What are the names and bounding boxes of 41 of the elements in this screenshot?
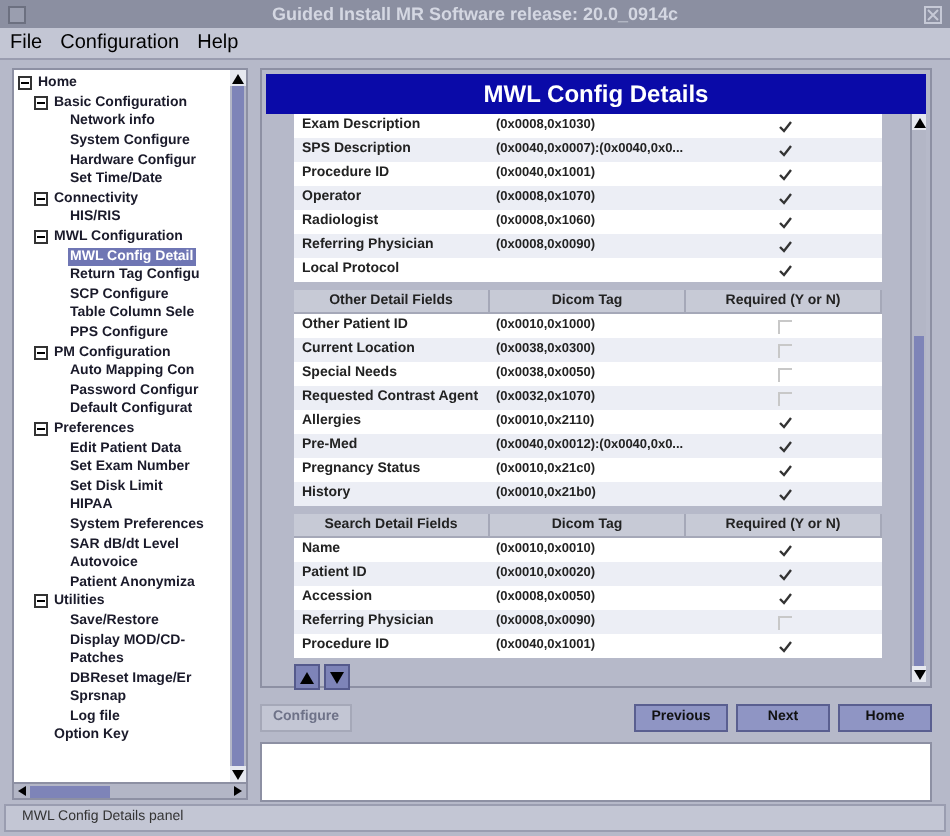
scroll-down-icon[interactable] (230, 766, 246, 782)
collapse-icon[interactable] (34, 345, 48, 360)
vertical-scrollbar[interactable] (230, 70, 246, 782)
scroll-up-icon[interactable] (912, 114, 926, 130)
scroll-down-icon[interactable] (912, 666, 926, 682)
menu-item[interactable]: Help (197, 28, 239, 58)
checkbox[interactable] (777, 119, 791, 133)
collapse-icon[interactable] (34, 191, 48, 206)
checkbox[interactable] (777, 567, 791, 581)
collapse-icon[interactable] (34, 421, 48, 436)
scroll-thumb[interactable] (232, 86, 244, 766)
checkbox[interactable] (777, 543, 791, 557)
checkbox[interactable] (777, 639, 791, 653)
collapse-icon[interactable] (34, 230, 48, 245)
checkbox[interactable] (777, 415, 791, 429)
checkbox[interactable] (777, 167, 791, 181)
checkbox[interactable] (777, 439, 791, 453)
checkbox[interactable] (777, 463, 791, 477)
checkbox[interactable] (777, 191, 791, 205)
menu-item[interactable]: Configuration (60, 28, 180, 58)
window-title: Guided Install MR Software release: 20.0_0914c (269, 2, 681, 28)
checkbox[interactable] (777, 263, 791, 277)
menu-item[interactable]: File (10, 28, 43, 58)
down-triangle-icon (330, 671, 344, 683)
vertical-scrollbar[interactable] (910, 114, 926, 682)
checkbox[interactable] (777, 239, 791, 253)
scroll-thumb[interactable] (914, 336, 924, 666)
scroll-thumb[interactable] (30, 785, 110, 797)
checkbox[interactable] (777, 215, 791, 229)
collapse-icon[interactable] (34, 594, 48, 609)
up-triangle-icon (300, 671, 314, 683)
move-up-button[interactable] (294, 664, 320, 690)
panel-header: MWL Config Details (266, 74, 926, 114)
move-down-button[interactable] (324, 664, 350, 690)
checkbox[interactable] (777, 143, 791, 157)
collapse-icon[interactable] (18, 76, 32, 91)
checkbox[interactable] (777, 487, 791, 501)
checkbox[interactable] (777, 591, 791, 605)
scroll-up-icon[interactable] (230, 70, 246, 86)
collapse-icon[interactable] (34, 95, 48, 110)
horizontal-scrollbar[interactable] (12, 784, 248, 800)
